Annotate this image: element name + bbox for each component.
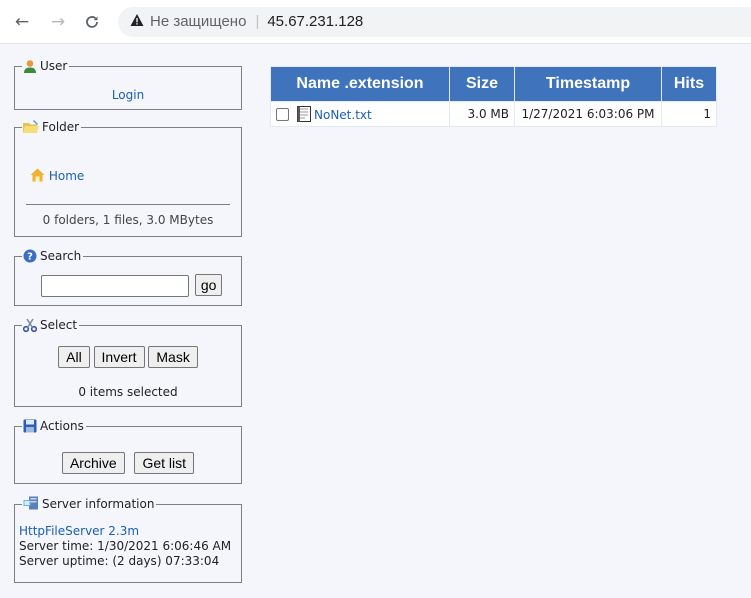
home-row[interactable]: Home (30, 168, 84, 183)
folder-panel-title: Folder (22, 119, 82, 135)
address-bar[interactable]: Не защищено | 45.67.231.128 (118, 7, 751, 37)
search-panel-title: ? Search (22, 248, 84, 264)
select-panel: Select All Invert Mask 0 items selected (14, 317, 242, 407)
server-uptime: Server uptime: (2 days) 07:33:04 (19, 554, 220, 568)
user-panel: User Login (14, 58, 242, 110)
help-icon: ? (23, 249, 37, 263)
actions-panel-title: Actions (22, 418, 86, 434)
file-size-cell: 3.0 MB (450, 102, 514, 126)
archive-button[interactable]: Archive (61, 452, 125, 474)
forward-arrow-icon[interactable]: → (47, 11, 69, 33)
folder-panel: Folder Home 0 folders, 1 files, 3.0 MByt… (14, 119, 242, 237)
file-timestamp-cell: 1/27/2021 6:03:06 PM (515, 102, 661, 126)
home-link[interactable]: Home (49, 169, 84, 183)
file-hits-cell: 1 (662, 102, 716, 126)
search-go-button[interactable]: go (194, 274, 223, 296)
file-select-checkbox[interactable] (276, 108, 289, 121)
server-time: Server time: 1/30/2021 6:06:46 AM (19, 539, 232, 553)
column-header-hits[interactable]: Hits (662, 67, 716, 101)
browser-toolbar: ← → Не защищено | 45.67.231.128 (0, 0, 751, 44)
mask-button[interactable]: Mask (148, 346, 198, 368)
get-list-button[interactable]: Get list (134, 452, 195, 474)
save-disk-icon (23, 419, 37, 433)
column-header-timestamp[interactable]: Timestamp (515, 67, 661, 101)
column-header-name[interactable]: Name .extension (271, 67, 449, 101)
user-panel-title: User (22, 58, 70, 74)
actions-panel: Actions Archive Get list (14, 418, 242, 484)
files-table-header: Name .extension Size Timestamp Hits (271, 67, 716, 101)
select-panel-title: Select (22, 317, 80, 333)
page-content: User Login Folder Home 0 folders, 1 file… (0, 44, 751, 598)
text-file-icon (297, 106, 311, 122)
selection-status: 0 items selected (78, 385, 178, 399)
table-row: NoNet.txt 3.0 MB 1/27/2021 6:03:06 PM 1 (271, 102, 716, 126)
back-arrow-icon[interactable]: ← (11, 11, 33, 33)
security-label[interactable]: Не защищено (150, 13, 246, 30)
warning-triangle-icon[interactable] (130, 8, 144, 26)
server-info-panel-title: Server information (22, 496, 157, 512)
scissors-icon (22, 318, 38, 333)
server-software-link[interactable]: HttpFileServer 2.3m (19, 524, 139, 538)
svg-text:?: ? (27, 252, 33, 263)
invert-selection-button[interactable]: Invert (93, 346, 145, 368)
file-link[interactable]: NoNet.txt (314, 108, 372, 122)
search-panel: ? Search go (14, 248, 242, 306)
omnibox-separator: | (255, 13, 260, 30)
folder-icon (23, 120, 39, 133)
folder-summary: 0 folders, 1 files, 3.0 MBytes (42, 213, 214, 227)
login-link[interactable]: Login (112, 88, 144, 102)
column-header-size[interactable]: Size (450, 67, 514, 101)
server-icon (23, 496, 38, 510)
select-all-button[interactable]: All (58, 346, 90, 368)
server-info-panel: Server information HttpFileServer 2.3m S… (14, 496, 242, 583)
user-icon (24, 60, 36, 73)
url-text[interactable]: 45.67.231.128 (267, 13, 363, 30)
file-name-cell: NoNet.txt (271, 102, 449, 126)
folder-divider (26, 204, 230, 205)
home-icon (30, 168, 45, 182)
search-input[interactable] (41, 274, 189, 297)
reload-icon[interactable] (81, 11, 103, 33)
files-table: Name .extension Size Timestamp Hits NoNe… (270, 66, 717, 127)
